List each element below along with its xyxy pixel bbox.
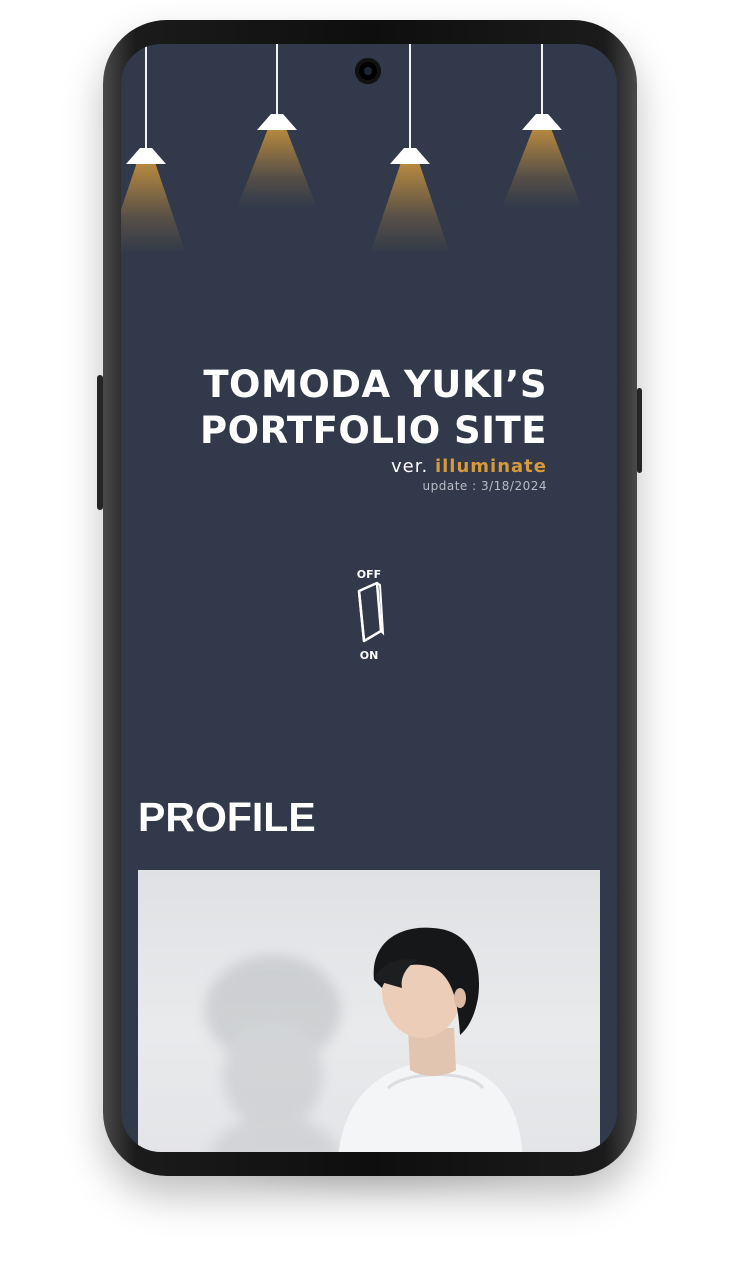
profile-photo-illustration bbox=[205, 927, 523, 1152]
site-title-line-2: PORTFOLIO SITE bbox=[200, 409, 547, 452]
hero-title-block: TOMODA YUKI’S PORTFOLIO SITE ver. illumi… bbox=[200, 362, 547, 493]
front-camera bbox=[355, 58, 381, 84]
power-button bbox=[637, 388, 642, 473]
version-prefix: ver. bbox=[391, 456, 429, 477]
profile-heading: PROFILE bbox=[138, 794, 316, 840]
version-label: ver. illuminate bbox=[200, 456, 547, 477]
switch-on-label: ON bbox=[359, 649, 379, 662]
phone-screen: TOMODA YUKI’S PORTFOLIO SITE ver. illumi… bbox=[121, 44, 617, 1152]
light-switch-icon bbox=[357, 581, 385, 643]
profile-photo bbox=[138, 870, 600, 1152]
light-switch[interactable]: OFF ON bbox=[347, 568, 391, 668]
version-name: illuminate bbox=[434, 456, 547, 477]
switch-off-label: OFF bbox=[356, 568, 382, 581]
site-title-line-1: TOMODA YUKI’S bbox=[203, 363, 547, 406]
update-date: update : 3/18/2024 bbox=[422, 479, 547, 493]
